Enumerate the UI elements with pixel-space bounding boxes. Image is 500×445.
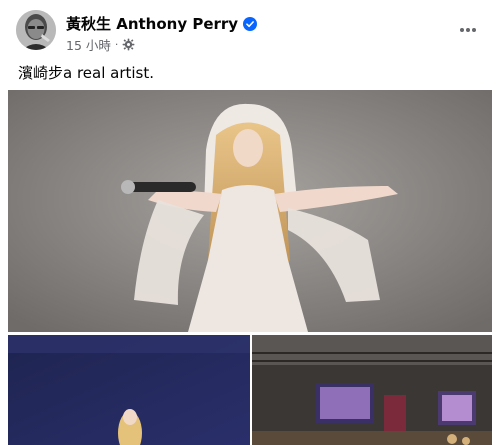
post-timestamp[interactable]: 15 小時 (66, 35, 111, 54)
post-photo-secondary-left[interactable] (8, 335, 250, 445)
author-name[interactable]: 黃秋生 Anthony Perry (66, 13, 238, 34)
meta-separator: · (114, 38, 119, 51)
post-text: 濱崎步a real artist. (18, 64, 155, 82)
post-photo-secondary-right[interactable] (252, 335, 492, 445)
author-name-row: 黃秋生 Anthony Perry (66, 13, 258, 34)
more-horizontal-icon (460, 28, 476, 32)
post-meta: 15 小時 · (66, 35, 135, 54)
gear-icon[interactable] (122, 38, 135, 51)
verified-badge-icon (243, 16, 258, 31)
post-card: 黃秋生 Anthony Perry 15 小時 · 濱崎步a real arti… (0, 0, 500, 445)
post-header: 黃秋生 Anthony Perry 15 小時 · (16, 10, 484, 54)
author-avatar[interactable] (16, 10, 56, 50)
more-options-button[interactable] (452, 14, 484, 46)
post-photo-main[interactable] (8, 90, 492, 332)
